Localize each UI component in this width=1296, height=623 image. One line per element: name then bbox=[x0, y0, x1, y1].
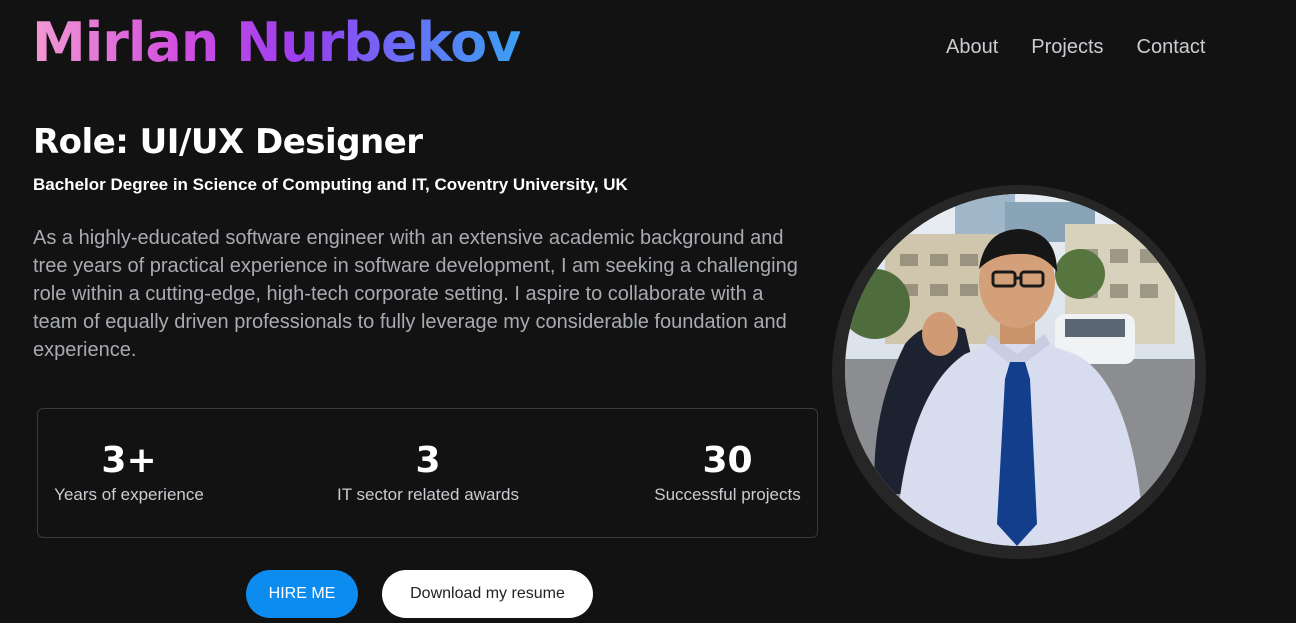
hire-me-button[interactable]: HIRE ME bbox=[246, 570, 358, 618]
profile-photo-illustration bbox=[845, 194, 1195, 546]
role-heading: Role: UI/UX Designer bbox=[33, 122, 423, 162]
stat-label: Successful projects bbox=[654, 485, 801, 504]
site-logo[interactable]: Mirlan Nurbekov bbox=[32, 8, 521, 78]
nav-projects[interactable]: Projects bbox=[1031, 36, 1103, 59]
stat-label: Years of experience bbox=[54, 485, 204, 504]
stat-value: 3 bbox=[415, 440, 441, 481]
stat-experience: 3+ Years of experience bbox=[54, 439, 204, 505]
stats-panel: 3+ Years of experience 3 IT sector relat… bbox=[37, 408, 818, 538]
main-nav: About Projects Contact bbox=[946, 36, 1205, 59]
stat-label: IT sector related awards bbox=[336, 485, 520, 504]
stat-awards: 3 IT sector related awards bbox=[328, 439, 528, 505]
stat-projects: 30 Successful projects bbox=[650, 439, 805, 505]
nav-contact[interactable]: Contact bbox=[1137, 36, 1206, 59]
portfolio-page: Mirlan Nurbekov About Projects Contact R… bbox=[0, 0, 1296, 623]
stat-value: 3+ bbox=[101, 440, 157, 481]
stat-value: 30 bbox=[702, 440, 753, 481]
bio-paragraph: As a highly-educated software engineer w… bbox=[33, 227, 798, 361]
download-resume-button[interactable]: Download my resume bbox=[382, 570, 593, 618]
profile-photo bbox=[845, 194, 1195, 546]
degree-text: Bachelor Degree in Science of Computing … bbox=[33, 175, 628, 194]
nav-about[interactable]: About bbox=[946, 36, 998, 59]
